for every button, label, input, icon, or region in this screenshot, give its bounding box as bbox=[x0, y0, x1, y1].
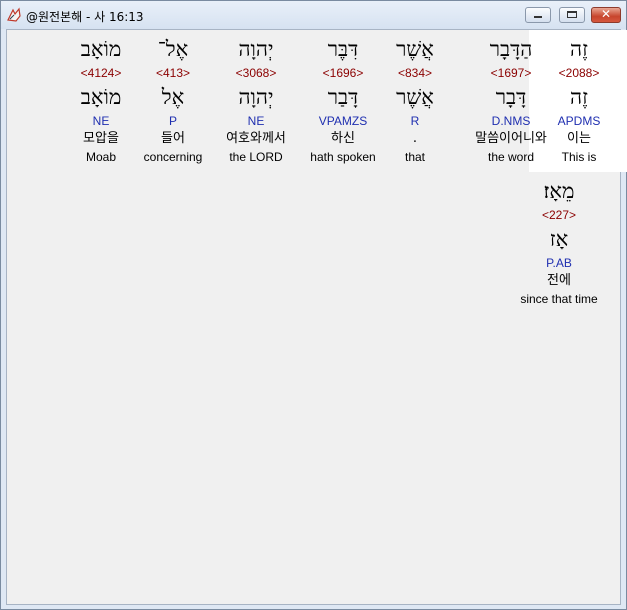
parsing-code: D.NMS bbox=[491, 114, 531, 128]
parsing-code: VPAMZS bbox=[318, 114, 368, 128]
word-moav[interactable]: מוֹאָב <4124> מוֹאָב NE 모압을 Moab bbox=[51, 30, 151, 166]
strong-number[interactable]: <4124> bbox=[51, 64, 151, 82]
korean-gloss: 하신 bbox=[331, 131, 355, 146]
english-gloss: Moab bbox=[85, 150, 117, 164]
maximize-icon bbox=[567, 11, 577, 18]
word-hadavar[interactable]: הַדָּבָר <1697> דָּבָר D.NMS 말씀이어니와 the … bbox=[461, 30, 561, 166]
hebrew-word: מֵאָז׃ bbox=[543, 179, 575, 203]
strong-number[interactable]: <227> bbox=[504, 206, 614, 224]
hebrew-lemma: דָּבָר bbox=[495, 85, 527, 109]
hebrew-lemma: דָּבַר bbox=[327, 85, 359, 109]
minimize-button[interactable] bbox=[525, 7, 551, 23]
app-window: @원전본해 - 사 16:13 ✕ זֶה <2088> זֶה APDMS 이… bbox=[0, 0, 627, 610]
close-icon: ✕ bbox=[600, 7, 612, 21]
parsing-code: NE bbox=[92, 114, 110, 128]
app-icon bbox=[6, 7, 22, 23]
korean-gloss: 말씀이어니와 bbox=[475, 131, 547, 146]
maximize-button[interactable] bbox=[559, 7, 585, 23]
hebrew-lemma: מוֹאָב bbox=[80, 85, 122, 109]
hebrew-word: הַדָּבָר bbox=[489, 37, 533, 61]
hebrew-lemma: אָז bbox=[549, 227, 569, 251]
english-gloss: hath spoken bbox=[310, 150, 376, 164]
english-gloss: the word bbox=[487, 150, 535, 164]
word-dibber[interactable]: דִּבֶּר <1696> דָּבַר VPAMZS 하신 hath spo… bbox=[293, 30, 393, 166]
title-bar[interactable]: @원전본해 - 사 16:13 ✕ bbox=[1, 1, 626, 29]
korean-gloss: 전에 bbox=[547, 273, 571, 288]
hebrew-word: דִּבֶּר bbox=[327, 37, 359, 61]
strong-number[interactable]: <1696> bbox=[293, 64, 393, 82]
english-gloss: since that time bbox=[520, 292, 598, 306]
strong-number[interactable]: <1697> bbox=[461, 64, 561, 82]
minimize-icon bbox=[534, 16, 542, 18]
window-title: @원전본해 - 사 16:13 bbox=[26, 10, 144, 24]
word-meaz[interactable]: מֵאָז׃ <227> אָז P.AB 전에 since that time bbox=[504, 172, 614, 308]
close-button[interactable]: ✕ bbox=[591, 7, 621, 23]
parsing-code: P.AB bbox=[546, 256, 572, 270]
interlinear-panel: זֶה <2088> זֶה APDMS 이는 This is הַדָּבָר… bbox=[6, 29, 627, 605]
korean-gloss: 모압을 bbox=[83, 131, 119, 146]
hebrew-word: מוֹאָב bbox=[80, 37, 122, 61]
